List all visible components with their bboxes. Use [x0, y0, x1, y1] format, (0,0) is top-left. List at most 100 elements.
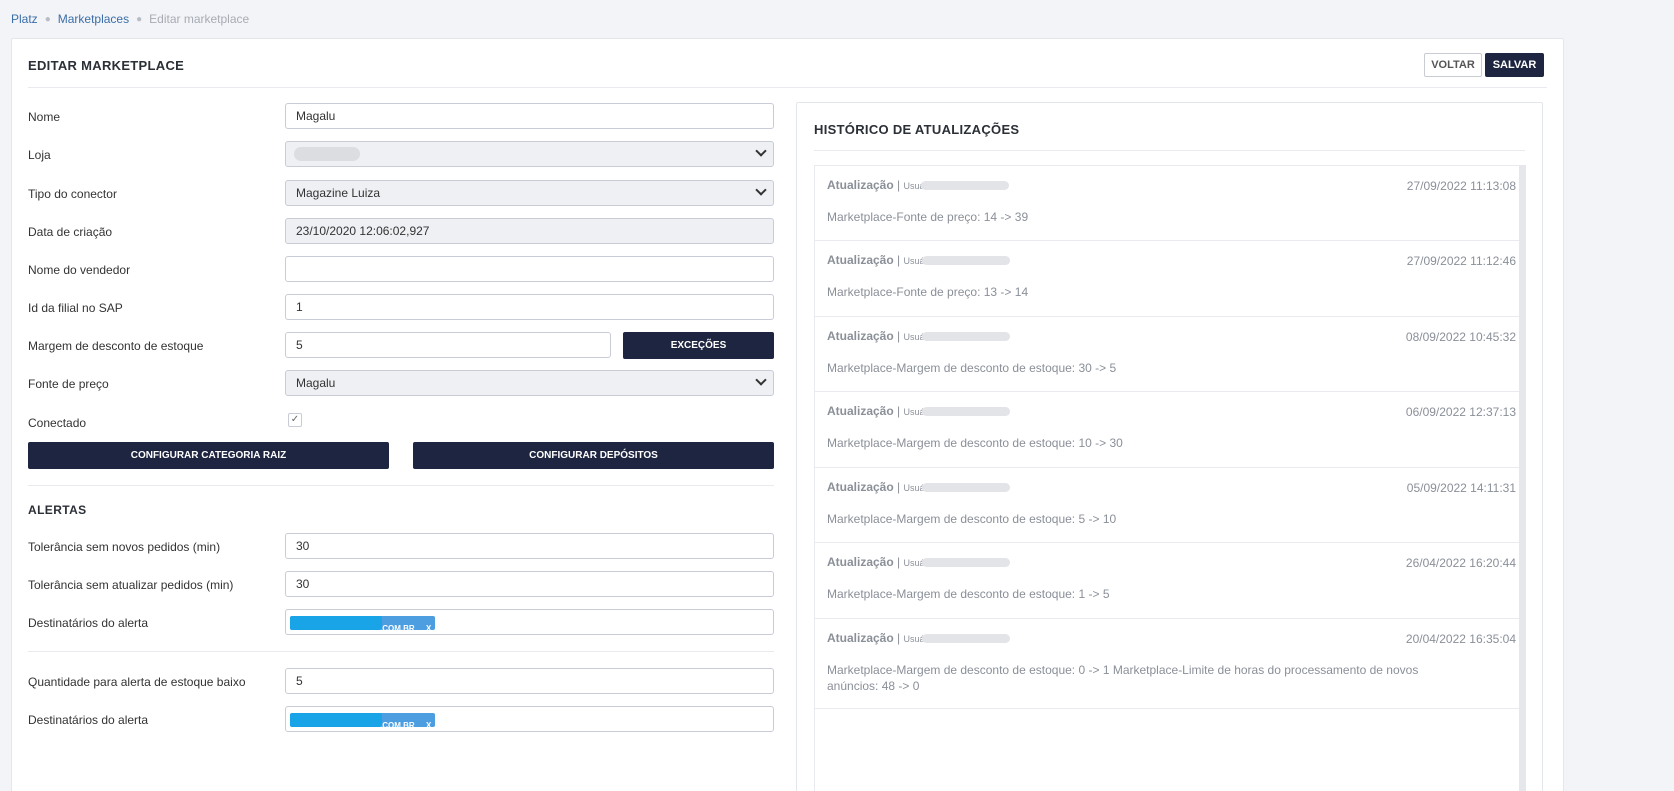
remove-tag-icon[interactable]: X — [426, 714, 431, 727]
history-entry-text: Marketplace-Margem de desconto de estoqu… — [827, 512, 1117, 526]
tipo-conector-value: Magazine Luiza — [296, 186, 381, 200]
history-entry-text: Marketplace-Margem de desconto de estoqu… — [827, 436, 1123, 450]
conectado-label: Conectado — [28, 416, 87, 430]
header-divider — [28, 87, 1547, 88]
check-icon: ✓ — [290, 414, 300, 425]
history-entry-type: Atualização — [827, 404, 894, 418]
history-entry: Atualização | Usuário: 20/04/2022 16:35:0… — [815, 619, 1520, 709]
history-entry-time: 27/09/2022 11:13:08 — [1406, 179, 1516, 193]
history-entry-type: Atualização — [827, 631, 894, 645]
email-redacted — [290, 713, 382, 727]
history-entry: Atualização | Usuário: 05/09/2022 14:11:3… — [815, 468, 1520, 543]
row-loja: Loja — [28, 141, 774, 167]
destinatarios-2-label: Destinatários do alerta — [28, 713, 149, 727]
history-title: HISTÓRICO DE ATUALIZAÇÕES — [814, 122, 1020, 137]
bullet-separator-icon: ● — [136, 13, 143, 25]
nome-vendedor-input[interactable] — [285, 256, 774, 282]
history-entry-time: 26/04/2022 16:20:44 — [1405, 556, 1516, 570]
history-entry-time: 20/04/2022 16:35:04 — [1405, 632, 1516, 646]
loja-label: Loja — [28, 148, 51, 162]
fonte-preco-select[interactable]: Magalu — [285, 370, 774, 396]
breadcrumb: Platz ● Marketplaces ● Editar marketplac… — [11, 12, 249, 26]
history-list[interactable]: Atualização | Usuário: 27/09/2022 11:13:0… — [814, 165, 1526, 791]
row-margem: Margem de desconto de estoque EXCEÇÕES — [28, 332, 774, 359]
row-quantidade-estoque: Quantidade para alerta de estoque baixo — [28, 668, 774, 694]
row-fonte-preco: Fonte de preço Magalu — [28, 370, 774, 396]
history-entry-type: Atualização — [827, 555, 894, 569]
history-entry-text: Marketplace-Margem de desconto de estoqu… — [827, 663, 1419, 693]
row-destinatarios-2: Destinatários do alerta .COM.BR X — [28, 706, 774, 732]
margem-input[interactable] — [285, 332, 611, 358]
fonte-preco-label: Fonte de preço — [28, 377, 109, 391]
history-entry-time: 08/09/2022 10:45:32 — [1405, 330, 1516, 344]
history-scrollbar[interactable] — [1519, 165, 1526, 791]
history-panel: HISTÓRICO DE ATUALIZAÇÕES Atualização | … — [796, 102, 1543, 791]
configurar-categoria-raiz-button[interactable]: CONFIGURAR CATEGORIA RAIZ — [28, 442, 389, 469]
alertas-divider — [28, 651, 774, 652]
history-entry-header: Atualização | Usuário: — [827, 555, 937, 569]
history-entry-header: Atualização | Usuário: — [827, 253, 937, 267]
configurar-depositos-button[interactable]: CONFIGURAR DEPÓSITOS — [413, 442, 774, 469]
chevron-down-icon — [755, 184, 767, 196]
conectado-checkbox[interactable]: ✓ — [288, 413, 302, 427]
excecoes-button[interactable]: EXCEÇÕES — [623, 332, 774, 359]
email-redacted — [290, 616, 382, 630]
id-filial-input[interactable] — [285, 294, 774, 320]
tolerancia-novos-input[interactable] — [285, 533, 774, 559]
history-entry-user-redacted — [922, 407, 1010, 416]
breadcrumb-link-platz[interactable]: Platz — [11, 12, 38, 26]
nome-input[interactable] — [285, 103, 774, 129]
row-nome-vendedor: Nome do vendedor — [28, 256, 774, 282]
data-criacao-label: Data de criação — [28, 225, 113, 239]
chevron-down-icon — [755, 145, 767, 157]
save-button[interactable]: SALVAR — [1485, 53, 1544, 77]
breadcrumb-link-marketplaces[interactable]: Marketplaces — [58, 12, 129, 26]
history-entry-user-redacted — [922, 558, 1010, 567]
history-entry-text: Marketplace-Margem de desconto de estoqu… — [827, 587, 1110, 601]
history-entry-user-redacted — [922, 332, 1010, 341]
history-entry-type: Atualização — [827, 253, 894, 267]
history-entry: Atualização | Usuário: 27/09/2022 11:12:4… — [815, 241, 1520, 317]
history-entry-type: Atualização — [827, 329, 894, 343]
chevron-down-icon — [755, 374, 767, 386]
history-entry-time: 27/09/2022 11:12:46 — [1406, 254, 1516, 268]
tipo-conector-label: Tipo do conector — [28, 187, 117, 201]
tolerancia-atualizar-input[interactable] — [285, 571, 774, 597]
loja-select[interactable] — [285, 141, 774, 167]
row-tolerancia-novos: Tolerância sem novos pedidos (min) — [28, 533, 774, 559]
row-destinatarios-1: Destinatários do alerta .COM.BR X — [28, 609, 774, 635]
tolerancia-novos-label: Tolerância sem novos pedidos (min) — [28, 540, 221, 554]
margem-label: Margem de desconto de estoque — [28, 339, 204, 353]
history-entry-text: Marketplace-Margem de desconto de estoqu… — [827, 361, 1117, 375]
email-tag-domain: .COM.BR — [380, 624, 415, 630]
row-conectado: Conectado ✓ — [28, 409, 774, 435]
history-entry: Atualização | Usuário: 26/04/2022 16:20:4… — [815, 543, 1520, 619]
nome-vendedor-label: Nome do vendedor — [28, 263, 131, 277]
row-id-filial: Id da filial no SAP — [28, 294, 774, 320]
history-entry-header: Atualização | Usuário: — [827, 329, 937, 343]
fonte-preco-value: Magalu — [296, 376, 336, 390]
destinatarios-2-input[interactable]: .COM.BR X — [285, 706, 774, 732]
bullet-separator-icon: ● — [44, 13, 51, 25]
tipo-conector-select[interactable]: Magazine Luiza — [285, 180, 774, 206]
history-entry-time: 05/09/2022 14:11:31 — [1406, 481, 1516, 495]
history-entry-text: Marketplace-Fonte de preço: 13 -> 14 — [827, 285, 1029, 299]
history-entry-type: Atualização — [827, 178, 894, 192]
back-button[interactable]: VOLTAR — [1424, 53, 1482, 77]
row-tolerancia-atualizar: Tolerância sem atualizar pedidos (min) — [28, 571, 774, 597]
history-entry-user-redacted — [922, 483, 1010, 492]
history-entry: Atualização | Usuário: 06/09/2022 12:37:1… — [815, 392, 1520, 468]
data-criacao-input — [285, 218, 774, 244]
destinatarios-1-label: Destinatários do alerta — [28, 616, 149, 630]
history-entry-header: Atualização | Usuário: — [827, 480, 937, 494]
destinatarios-1-input[interactable]: .COM.BR X — [285, 609, 774, 635]
history-entry: Atualização | Usuário: 08/09/2022 10:45:3… — [815, 317, 1520, 392]
loja-redacted-value — [294, 147, 360, 161]
history-entry-time: 06/09/2022 12:37:13 — [1405, 405, 1516, 419]
remove-tag-icon[interactable]: X — [426, 617, 431, 630]
page-title: EDITAR MARKETPLACE — [28, 58, 185, 73]
breadcrumb-current: Editar marketplace — [149, 12, 250, 26]
row-data-criacao: Data de criação — [28, 218, 774, 244]
history-divider — [814, 150, 1525, 151]
quantidade-estoque-input[interactable] — [285, 668, 774, 694]
